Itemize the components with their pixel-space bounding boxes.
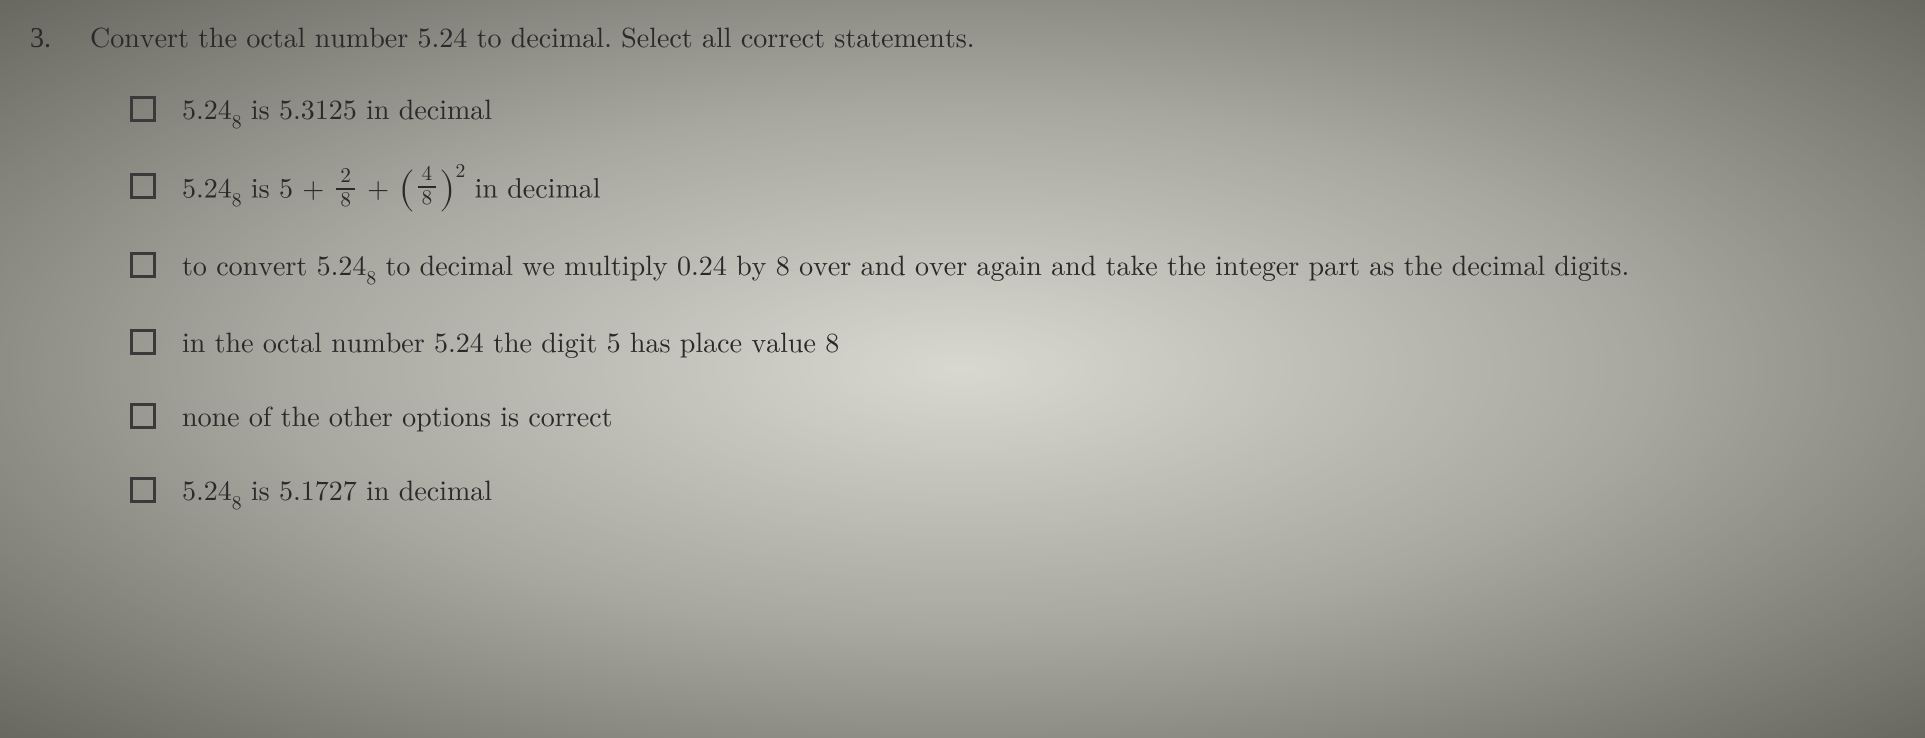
subscript: 8 [232, 112, 242, 132]
text: the digit [484, 330, 607, 358]
checkbox[interactable] [130, 329, 156, 355]
plus: + [358, 175, 398, 203]
fraction: 28 [336, 166, 355, 212]
option-3: to convert 5.248 to decimal we multiply … [130, 246, 1895, 291]
subscript: 8 [366, 268, 376, 288]
math-value: 5.24 [317, 253, 367, 281]
math-value: 5.24 [434, 330, 484, 358]
checkbox[interactable] [130, 477, 156, 503]
math-value: 5.24 [182, 478, 232, 506]
paren-fraction: (48) [398, 166, 455, 212]
math-value: 8 [776, 253, 790, 281]
close-paren: ) [439, 168, 455, 210]
options-container: 5.248 is 5.3125 in decimal 5.248 is 5 + … [130, 90, 1895, 516]
math-value: 5.24 [182, 97, 232, 125]
math-value: 8 [825, 330, 839, 358]
math-value: 5 [279, 175, 293, 203]
option-1: 5.248 is 5.3125 in decimal [130, 90, 1895, 135]
question-row: 3. Convert the octal number 5.24 to deci… [30, 18, 1895, 60]
question-text: Convert the octal number 5.24 to decimal… [90, 18, 1895, 60]
option-4: in the octal number 5.24 the digit 5 has… [130, 323, 1895, 365]
math-value: 5.24 [182, 175, 232, 203]
option-5: none of the other options is correct [130, 397, 1895, 439]
numerator: 4 [418, 164, 437, 188]
text: over and over again and take the integer… [790, 253, 1629, 281]
math-value: 5.1727 [279, 478, 357, 506]
text: in decimal [357, 478, 492, 506]
math-value: 0.24 [677, 253, 727, 281]
text: to decimal we multiply [376, 253, 677, 281]
text: is [242, 175, 279, 203]
option-text: 5.248 is 5 + 28 + (48)2 in decimal [182, 167, 1895, 214]
text: in the octal number [182, 330, 434, 358]
text: none of the other options is correct [182, 404, 612, 432]
math-value: 5 [607, 330, 621, 358]
question-number: 3. [30, 18, 90, 60]
option-text: 5.248 is 5.3125 in decimal [182, 90, 1895, 135]
option-text: in the octal number 5.24 the digit 5 has… [182, 323, 1895, 365]
text: in decimal [465, 175, 600, 203]
option-2: 5.248 is 5 + 28 + (48)2 in decimal [130, 167, 1895, 214]
denominator: 8 [418, 188, 437, 210]
checkbox[interactable] [130, 173, 156, 199]
text: to convert [182, 253, 317, 281]
open-paren: ( [398, 168, 414, 210]
subscript: 8 [232, 493, 242, 513]
denominator: 8 [336, 190, 355, 212]
text: has place value [621, 330, 826, 358]
text: is [242, 478, 279, 506]
plus: + [293, 175, 333, 203]
text: in decimal [357, 97, 492, 125]
option-text: to convert 5.248 to decimal we multiply … [182, 246, 1895, 291]
math-value: 5.3125 [279, 97, 357, 125]
option-6: 5.248 is 5.1727 in decimal [130, 471, 1895, 516]
text: is [242, 97, 279, 125]
checkbox[interactable] [130, 252, 156, 278]
subscript: 8 [232, 190, 242, 210]
text: by [727, 253, 776, 281]
option-text: none of the other options is correct [182, 397, 1895, 439]
superscript: 2 [456, 161, 466, 181]
option-text: 5.248 is 5.1727 in decimal [182, 471, 1895, 516]
fraction: 48 [418, 164, 437, 210]
checkbox[interactable] [130, 403, 156, 429]
numerator: 2 [336, 166, 355, 190]
checkbox[interactable] [130, 96, 156, 122]
